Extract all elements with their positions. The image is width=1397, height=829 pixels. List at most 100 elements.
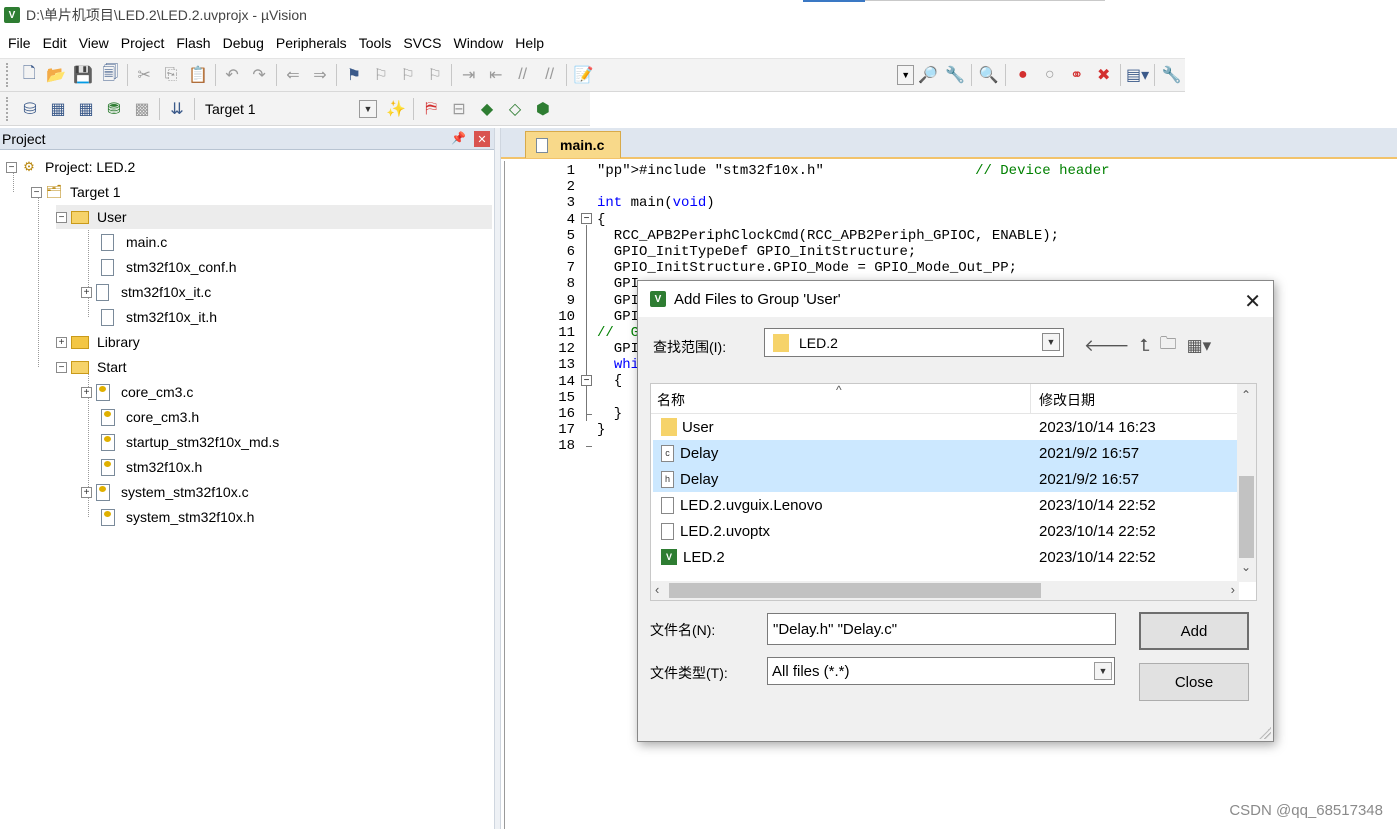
chevron-down-icon[interactable]: ▼	[1042, 333, 1060, 351]
undo-icon[interactable]: ↶	[219, 62, 246, 88]
file-row[interactable]: LED.2.uvoptx 2023/10/14 22:52	[653, 518, 1237, 544]
tree-item-user-group[interactable]: − User	[56, 205, 492, 229]
file-row[interactable]: h Delay 2021/9/2 16:57	[653, 466, 1237, 492]
column-header-date[interactable]: 修改日期	[1039, 390, 1095, 410]
close-icon[interactable]: ✕	[474, 131, 490, 147]
clear-bookmarks-icon[interactable]: ⚐	[421, 62, 448, 88]
menu-flash[interactable]: Flash	[170, 31, 216, 55]
add-button[interactable]: Add	[1139, 612, 1249, 650]
tree-item-file[interactable]: + system_stm32f10x.c	[81, 480, 249, 504]
filename-input[interactable]: "Delay.h" "Delay.c"	[767, 613, 1116, 645]
navigate-forward-icon[interactable]: ⇒	[306, 62, 333, 88]
toolbar-grip[interactable]	[6, 96, 12, 121]
find-combo-arrow[interactable]: ▼	[897, 65, 915, 85]
code-line[interactable]: int main(void)	[597, 195, 1110, 211]
disable-breakpoints-icon[interactable]: ⚭	[1063, 62, 1090, 88]
download-icon[interactable]: ⇊	[163, 96, 191, 122]
menu-edit[interactable]: Edit	[37, 31, 73, 55]
close-icon[interactable]: ✕	[1244, 289, 1261, 314]
column-header-name[interactable]: 名称	[657, 390, 685, 410]
rebuild-icon[interactable]: ▦	[72, 96, 100, 122]
vertical-scrollbar[interactable]: ⌃ ⌄	[1237, 384, 1256, 582]
tree-item-file[interactable]: stm32f10x_conf.h	[101, 255, 237, 279]
menu-help[interactable]: Help	[509, 31, 550, 55]
stop-build-icon[interactable]: ▩	[128, 96, 156, 122]
menu-window[interactable]: Window	[448, 31, 510, 55]
options-for-target-icon[interactable]: ✨	[382, 96, 410, 122]
menu-tools[interactable]: Tools	[353, 31, 398, 55]
expand-icon[interactable]: +	[56, 336, 67, 348]
collapse-icon[interactable]: −	[6, 161, 17, 173]
tree-item-library-group[interactable]: + Library	[56, 330, 140, 354]
configure-icon[interactable]: 🔧	[1158, 62, 1185, 88]
fold-collapse-icon[interactable]: −	[581, 375, 592, 386]
tree-item-start-group[interactable]: − Start	[56, 355, 127, 379]
tree-item-file[interactable]: startup_stm32f10x_md.s	[101, 430, 279, 454]
expand-icon[interactable]: +	[81, 486, 92, 498]
menu-svcs[interactable]: SVCS	[397, 31, 447, 55]
translate-icon[interactable]: ⛁	[16, 96, 44, 122]
new-folder-icon[interactable]: 🗀	[1160, 331, 1177, 360]
code-line[interactable]: {	[597, 212, 1110, 228]
scroll-down-icon[interactable]: ⌄	[1241, 560, 1251, 574]
tree-item-target[interactable]: − 🗂 Target 1	[31, 180, 121, 204]
tab-main-c[interactable]: main.c	[525, 131, 621, 158]
tree-item-file[interactable]: stm32f10x.h	[101, 455, 202, 479]
menu-view[interactable]: View	[73, 31, 115, 55]
save-all-icon[interactable]: 🗐	[97, 62, 124, 88]
incremental-find-icon[interactable]: 🔧	[941, 62, 968, 88]
target-select[interactable]: Target 1 ▼	[198, 98, 378, 120]
tree-item-file[interactable]: system_stm32f10x.h	[101, 505, 254, 529]
file-row[interactable]: User 2023/10/14 16:23	[653, 414, 1237, 440]
copy-icon[interactable]: ⎘	[158, 62, 185, 88]
file-row[interactable]: c Delay 2021/9/2 16:57	[653, 440, 1237, 466]
scroll-left-icon[interactable]: ‹	[655, 582, 659, 597]
save-icon[interactable]: 💾	[70, 62, 97, 88]
chevron-down-icon[interactable]: ▼	[359, 99, 377, 118]
scroll-thumb[interactable]	[669, 583, 1041, 598]
pin-icon[interactable]: 📌	[451, 131, 466, 145]
find-in-files-icon[interactable]: 📝	[570, 62, 597, 88]
code-line[interactable]: GPIO_InitTypeDef GPIO_InitStructure;	[597, 244, 1110, 260]
menu-peripherals[interactable]: Peripherals	[270, 31, 353, 55]
code-line[interactable]: GPIO_InitStructure.GPIO_Mode = GPIO_Mode…	[597, 260, 1110, 276]
code-line[interactable]	[597, 179, 1110, 195]
toolbar-grip[interactable]	[6, 63, 12, 87]
manage-project-items-icon[interactable]: ⛿	[417, 96, 445, 122]
fold-collapse-icon[interactable]: −	[581, 213, 592, 224]
up-folder-icon[interactable]: ⮤	[1140, 336, 1150, 356]
enable-breakpoint-icon[interactable]: ○	[1036, 62, 1063, 88]
scroll-up-icon[interactable]: ⌃	[1241, 388, 1251, 402]
batch-build-icon[interactable]: ⛃	[100, 96, 128, 122]
file-row[interactable]: V LED.2 2023/10/14 22:52	[653, 544, 1237, 570]
tree-item-file[interactable]: + core_cm3.c	[81, 380, 193, 404]
find-icon[interactable]: 🔎	[914, 62, 941, 88]
indent-icon[interactable]: ⇥	[455, 62, 482, 88]
horizontal-scrollbar[interactable]: ‹ ›	[651, 581, 1239, 600]
file-list[interactable]: 名称 ^ 修改日期 User 2023/10/14 16:23 c Delay 2…	[650, 383, 1257, 601]
tree-item-file[interactable]: stm32f10x_it.h	[101, 305, 217, 329]
debug-session-icon[interactable]: 🔍	[975, 62, 1002, 88]
tree-item-file[interactable]: core_cm3.h	[101, 405, 199, 429]
build-icon[interactable]: ▦	[44, 96, 72, 122]
tree-item-file[interactable]: main.c	[101, 230, 167, 254]
pack-installer-icon[interactable]: ◆	[473, 96, 501, 122]
bookmark-icon[interactable]: ⚑	[340, 62, 367, 88]
comment-icon[interactable]: //	[509, 62, 536, 88]
navigate-back-icon[interactable]: ⇐	[279, 62, 306, 88]
view-menu-icon[interactable]: ▦▾	[1187, 336, 1212, 356]
expand-icon[interactable]: +	[81, 386, 92, 398]
menu-debug[interactable]: Debug	[217, 31, 270, 55]
open-file-icon[interactable]: 📂	[43, 62, 70, 88]
paste-icon[interactable]: 📋	[185, 62, 212, 88]
manage-rte-icon[interactable]: ⬢	[529, 96, 557, 122]
menu-project[interactable]: Project	[115, 31, 171, 55]
prev-bookmark-icon[interactable]: ⚐	[367, 62, 394, 88]
select-packs-icon[interactable]: ⊟	[445, 96, 473, 122]
look-in-select[interactable]: LED.2 ▼	[764, 328, 1064, 357]
collapse-icon[interactable]: −	[56, 361, 67, 373]
collapse-icon[interactable]: −	[31, 186, 42, 198]
panel-splitter[interactable]	[494, 128, 501, 829]
scroll-thumb[interactable]	[1239, 476, 1254, 558]
unindent-icon[interactable]: ⇤	[482, 62, 509, 88]
